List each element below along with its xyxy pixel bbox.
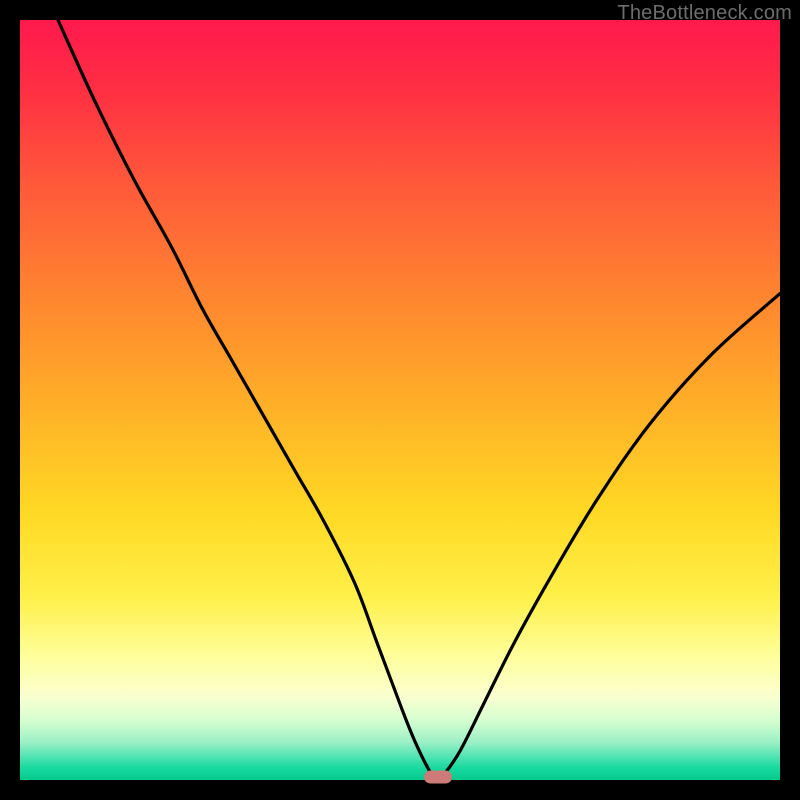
minimum-marker [424, 771, 452, 784]
curve-path [58, 20, 780, 780]
plot-area [20, 20, 780, 780]
watermark-text: TheBottleneck.com [617, 2, 792, 25]
bottleneck-curve [20, 20, 780, 780]
chart-frame: TheBottleneck.com [0, 0, 800, 800]
